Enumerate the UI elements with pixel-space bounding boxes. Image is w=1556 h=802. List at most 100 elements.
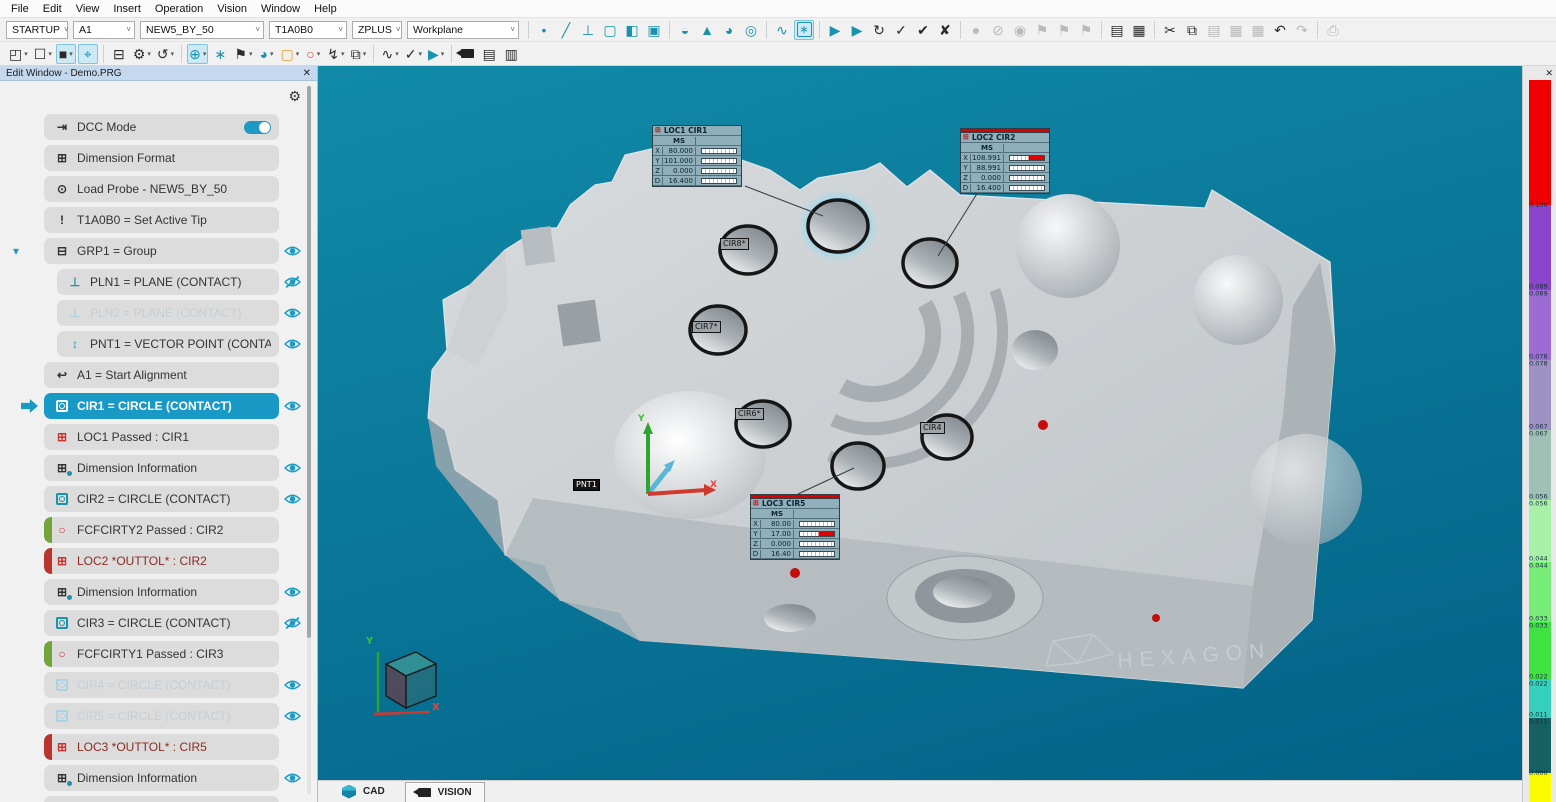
tip-combo[interactable]: T1A0B0˅ [269, 21, 347, 39]
visibility-toggle[interactable] [279, 462, 305, 474]
menu-window[interactable]: Window [254, 3, 307, 15]
command-cir4[interactable]: CIR4 = CIRCLE (CONTACT) [44, 672, 279, 698]
command-pnt1[interactable]: ↕PNT1 = VECTOR POINT (CONTACT) [57, 331, 279, 357]
wireframe-view-icon[interactable]: ☐▾ [32, 44, 54, 64]
menu-view[interactable]: View [69, 3, 107, 15]
dropdown-caret-icon[interactable]: ▾ [48, 50, 52, 58]
feature-tag-CIR8[interactable]: CIR8* [720, 238, 749, 250]
close-icon[interactable]: ✕ [303, 68, 311, 79]
dim-label-LOC1-CIR1[interactable]: ⊞LOC1 CIR1MSX80.000Y101.000Z0.000D16.400 [652, 125, 742, 187]
collapse-caret-icon[interactable]: ▾ [13, 244, 19, 258]
report-skip-icon[interactable]: ✘ [935, 20, 955, 40]
close-icon[interactable]: ✕ [1545, 68, 1553, 79]
view-orientation-icon[interactable]: ◰▾ [7, 44, 30, 64]
probe-axes-icon[interactable]: ∗ [210, 44, 230, 64]
settings-gear-icon[interactable]: ⚙ [288, 88, 301, 105]
curve-feature-icon[interactable]: ∿ [772, 20, 792, 40]
gage-square-icon[interactable]: ▢▾ [278, 44, 301, 64]
dropdown-caret-icon[interactable]: ▾ [249, 50, 253, 58]
menu-insert[interactable]: Insert [106, 3, 148, 15]
cylinder-feature-icon[interactable]: ◒ [675, 20, 695, 40]
goto-icon[interactable]: ◉ [1010, 20, 1030, 40]
cut-icon[interactable]: ✂ [1160, 20, 1180, 40]
workplane-axis-combo[interactable]: ZPLUS˅ [352, 21, 402, 39]
io-panel-icon[interactable]: ▤ [479, 44, 499, 64]
dim-label-LOC2-CIR2[interactable]: ⊞LOC2 CIR2MSX108.991Y88.991Z0.000D16.400 [960, 128, 1050, 194]
visibility-toggle[interactable] [279, 245, 305, 257]
copy-icon[interactable]: ⧉ [1182, 20, 1202, 40]
dropdown-caret-icon[interactable]: ▾ [69, 50, 73, 58]
command-loc3[interactable]: ⊞LOC3 *OUTTOL* : CIR5 [44, 734, 279, 760]
scrollbar[interactable] [307, 86, 311, 794]
cone-feature-icon[interactable]: ▲ [697, 20, 717, 40]
dropdown-caret-icon[interactable]: ▾ [418, 50, 422, 58]
command-cir5[interactable]: CIR5 = CIRCLE (CONTACT) [44, 703, 279, 729]
dropdown-caret-icon[interactable]: ▾ [24, 50, 28, 58]
chart-panel-icon[interactable]: ▥ [501, 44, 521, 64]
tab-cad[interactable]: CAD [330, 782, 397, 802]
dropdown-caret-icon[interactable]: ▾ [296, 50, 300, 58]
command-load[interactable]: ⊙Load Probe - NEW5_BY_50 [44, 176, 279, 202]
execute-icon[interactable]: ▶ [825, 20, 845, 40]
solid-view-icon[interactable]: ■▾ [56, 44, 76, 64]
graphic-pointer-icon[interactable]: ↯▾ [325, 44, 346, 64]
feature-tag-CIR7[interactable]: CIR7* [692, 321, 721, 333]
pattern-icon[interactable]: ▦ [1248, 20, 1268, 40]
command-fcfcirty1[interactable]: ○FCFCIRTY1 Passed : CIR3 [44, 641, 279, 667]
round-slot-feature-icon[interactable]: ▢ [600, 20, 620, 40]
marker-icon[interactable]: ⚑ [1032, 20, 1052, 40]
dropdown-caret-icon[interactable]: ▾ [317, 50, 321, 58]
comment-icon[interactable]: ⊟ [109, 44, 129, 64]
translate-view-icon[interactable]: ⊕▾ [187, 44, 208, 64]
alignment-combo[interactable]: STARTUP˅ [6, 21, 68, 39]
probe-path-icon[interactable]: ∿▾ [379, 44, 400, 64]
cad-viewport[interactable]: HEXAGON ⊞LOC1 CIR1MSX80.000Y101.000Z0.00… [318, 66, 1522, 780]
line-feature-icon[interactable]: ╱ [556, 20, 576, 40]
dropdown-caret-icon[interactable]: ▾ [171, 50, 175, 58]
square-slot-feature-icon[interactable]: ▣ [644, 20, 664, 40]
dropdown-caret-icon[interactable]: ▾ [395, 50, 399, 58]
visibility-toggle[interactable] [279, 400, 305, 412]
menu-operation[interactable]: Operation [148, 3, 210, 15]
dropdown-caret-icon[interactable]: ▾ [147, 50, 151, 58]
probe-combo[interactable]: NEW5_BY_50˅ [140, 21, 264, 39]
workplane-combo[interactable]: Workplane˅ [407, 21, 519, 39]
command-grp1[interactable]: ⊟GRP1 = Group [44, 238, 279, 264]
visibility-toggle[interactable] [279, 617, 305, 629]
auto-feature-icon[interactable]: ∗ [794, 20, 814, 40]
paste-icon[interactable]: ▤ [1204, 20, 1224, 40]
axes-combo[interactable]: A1˅ [73, 21, 135, 39]
menu-help[interactable]: Help [307, 3, 344, 15]
dropdown-caret-icon[interactable]: ▾ [363, 50, 367, 58]
verify-check-icon[interactable]: ✓▾ [403, 44, 424, 64]
dropdown-caret-icon[interactable]: ▾ [341, 50, 345, 58]
command-cir6[interactable]: CIR6 = CIRCLE (CONTACT) [44, 796, 279, 802]
command-pln1[interactable]: ⊥PLN1 = PLANE (CONTACT) [57, 269, 279, 295]
dcc-mode-toggle[interactable] [244, 121, 271, 134]
command-loc2[interactable]: ⊞LOC2 *OUTTOL* : CIR2 [44, 548, 279, 574]
marker-set-icon[interactable]: ⚑ [1054, 20, 1074, 40]
collision-copies-icon[interactable]: ⧉▾ [348, 44, 368, 64]
command-cir1[interactable]: CIR1 = CIRCLE (CONTACT) [44, 393, 279, 419]
screen-capture-camera-icon[interactable] [457, 44, 477, 64]
tab-vision[interactable]: VISION [405, 782, 485, 802]
probe-toggles-icon[interactable]: ⚑▾ [232, 44, 254, 64]
menu-file[interactable]: File [4, 3, 36, 15]
command-dimension[interactable]: ⊞Dimension Information [44, 765, 279, 791]
command-dimension[interactable]: ⊞Dimension Information [44, 579, 279, 605]
visibility-toggle[interactable] [279, 276, 305, 288]
menu-vision[interactable]: Vision [210, 3, 254, 15]
menu-edit[interactable]: Edit [36, 3, 69, 15]
visibility-toggle[interactable] [279, 586, 305, 598]
visibility-toggle[interactable] [279, 493, 305, 505]
dropdown-caret-icon[interactable]: ▾ [270, 50, 274, 58]
dropdown-caret-icon[interactable]: ▾ [203, 50, 207, 58]
visibility-toggle[interactable] [279, 772, 305, 784]
gage-circle-icon[interactable]: ○▾ [303, 44, 323, 64]
done-check-icon[interactable]: ✓ [891, 20, 911, 40]
command-cir3[interactable]: CIR3 = CIRCLE (CONTACT) [44, 610, 279, 636]
redo-icon[interactable]: ↷ [1292, 20, 1312, 40]
visibility-toggle[interactable] [279, 710, 305, 722]
plane-feature-icon[interactable]: ⊥ [578, 20, 598, 40]
undo-icon[interactable]: ↶ [1270, 20, 1290, 40]
